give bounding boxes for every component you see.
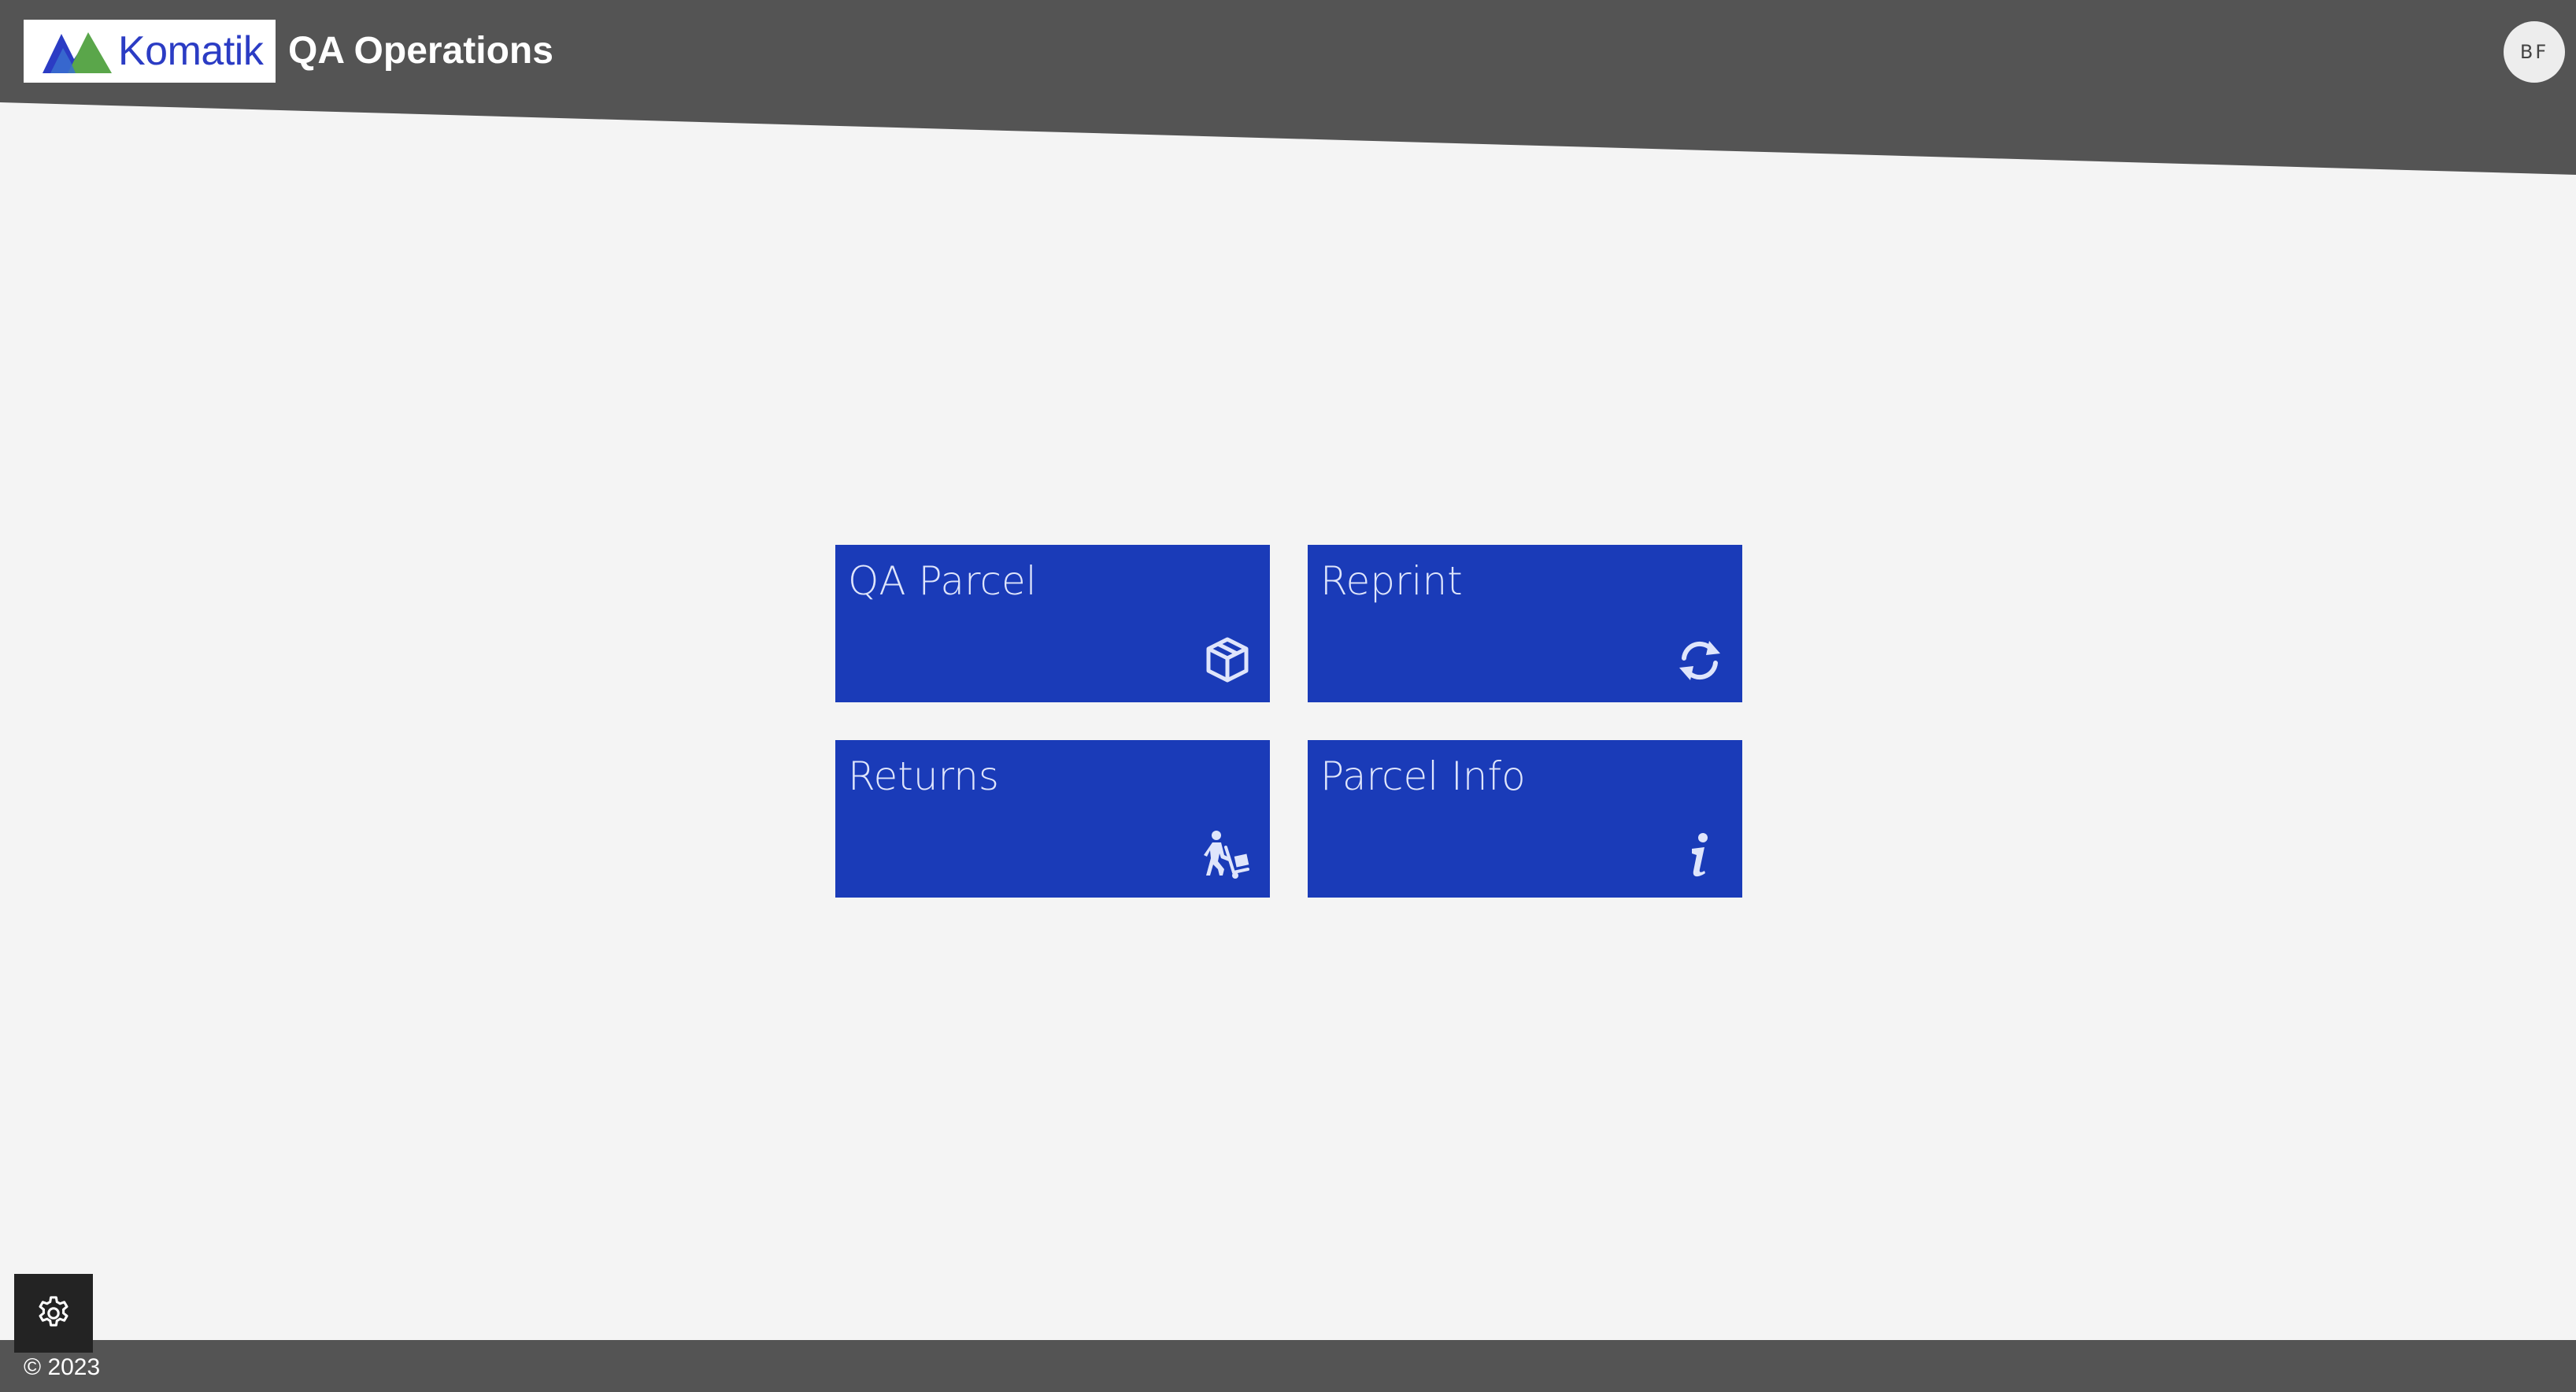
brand-name: Komatik [118, 28, 264, 74]
box-icon [1202, 635, 1253, 685]
menu-tiles: QA Parcel Reprint Returns Parcel Info [835, 545, 1742, 898]
mountains-logo-icon [43, 32, 112, 73]
reprint-tile[interactable]: Reprint [1308, 545, 1742, 702]
tile-label: QA Parcel [848, 558, 1037, 604]
qa-parcel-tile[interactable]: QA Parcel [835, 545, 1270, 702]
sync-icon [1675, 635, 1725, 685]
brand-logo[interactable]: Komatik [24, 20, 276, 83]
info-icon [1675, 830, 1725, 880]
returns-tile[interactable]: Returns [835, 740, 1270, 898]
footer-bar [0, 1340, 2576, 1392]
parcel-info-tile[interactable]: Parcel Info [1308, 740, 1742, 898]
tile-label: Returns [848, 753, 999, 799]
gear-icon [39, 1296, 68, 1327]
tile-label: Parcel Info [1320, 753, 1526, 799]
person-dolly-icon [1202, 830, 1253, 880]
tile-label: Reprint [1320, 558, 1463, 604]
copyright-text: © 2023 [24, 1354, 101, 1380]
settings-button[interactable] [14, 1274, 93, 1353]
user-avatar[interactable]: BF [2504, 21, 2565, 83]
app-title: QA Operations [288, 30, 553, 72]
